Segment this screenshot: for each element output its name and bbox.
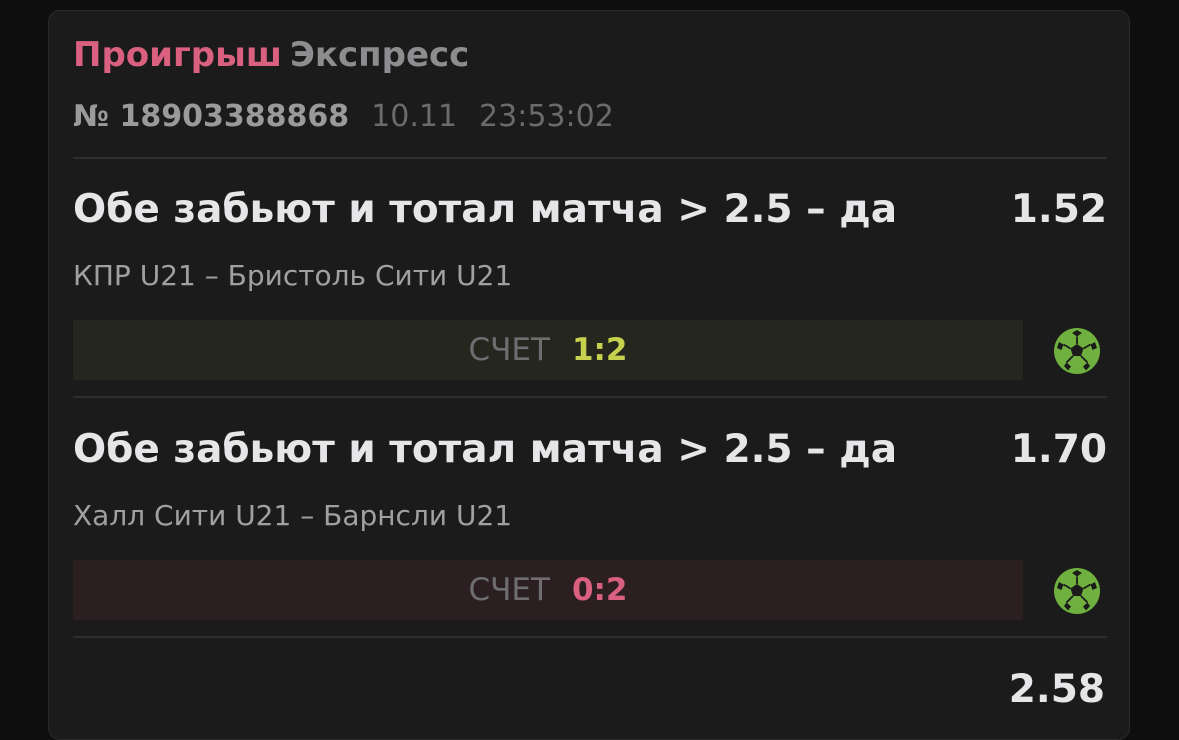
bet-type: Экспресс: [289, 35, 470, 75]
bet-number: № 18903388868: [73, 99, 350, 134]
event-odds: 1.52: [1010, 187, 1107, 232]
divider: [73, 636, 1107, 638]
bet-meta: № 18903388868 10.11 23:53:02: [73, 99, 614, 134]
event-market: Обе забьют и тотал матча > 2.5 – да: [73, 427, 898, 472]
divider: [73, 157, 1107, 159]
event-item[interactable]: Обе забьют и тотал матча > 2.5 – да 1.52…: [73, 187, 1107, 387]
bet-status: Проигрыш: [73, 35, 282, 75]
score-box: СЧЕТ 1:2: [73, 320, 1023, 380]
bet-date: 10.11: [371, 99, 458, 134]
event-market: Обе забьют и тотал матча > 2.5 – да: [73, 187, 898, 232]
bet-card: Проигрыш Экспресс № 18903388868 10.11 23:53…: [48, 10, 1130, 740]
soccer-ball-icon: [1054, 328, 1100, 374]
event-item[interactable]: Обе забьют и тотал матча > 2.5 – да 1.70…: [73, 427, 1107, 627]
score-label: СЧЕТ: [468, 332, 550, 368]
bet-time: 23:53:02: [479, 99, 614, 134]
score-value: 1:2: [571, 332, 628, 368]
soccer-ball-icon: [1054, 568, 1100, 614]
score-value: 0:2: [571, 572, 628, 608]
divider: [73, 396, 1107, 398]
score-box: СЧЕТ 0:2: [73, 560, 1023, 620]
event-odds: 1.70: [1010, 427, 1107, 472]
event-teams: КПР U21 – Бристоль Сити U21: [73, 259, 513, 292]
total-odds: 2.58: [1008, 667, 1105, 712]
bet-header: Проигрыш Экспресс: [73, 35, 469, 75]
score-label: СЧЕТ: [468, 572, 550, 608]
event-teams: Халл Сити U21 – Барнсли U21: [73, 499, 513, 532]
